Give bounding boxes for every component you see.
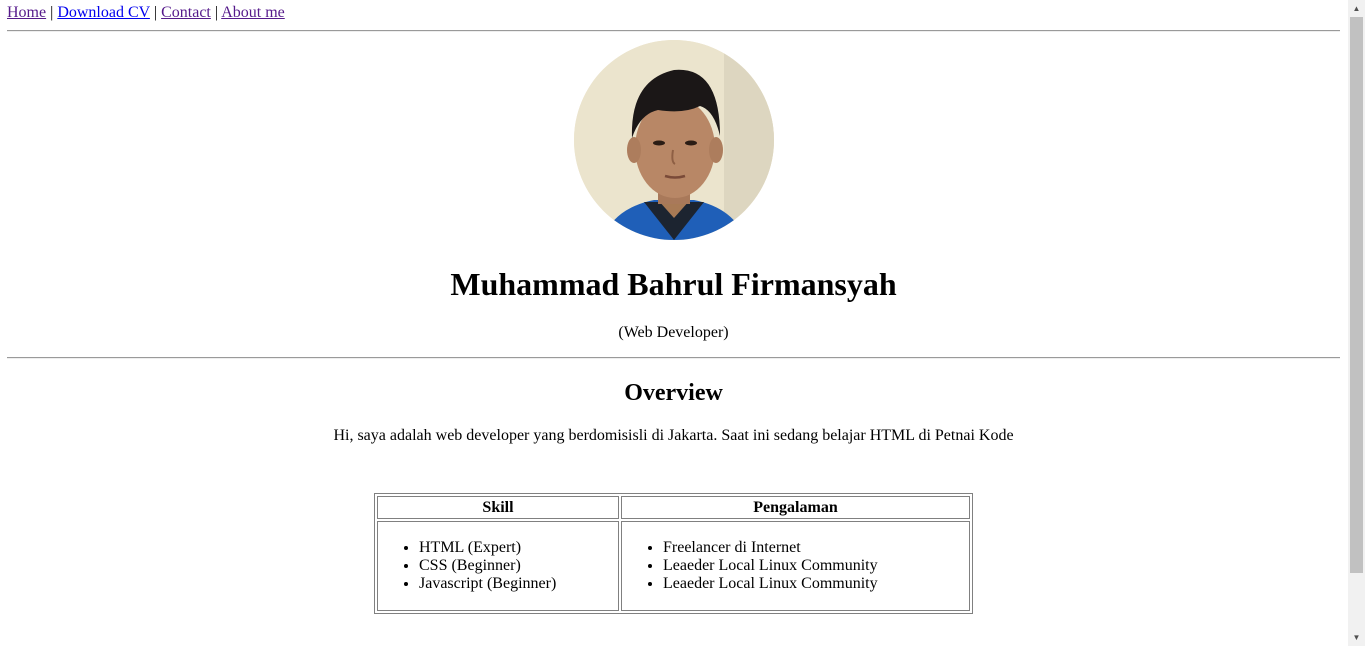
- nav-link-home[interactable]: Home: [7, 4, 46, 21]
- experience-cell: Freelancer di Internet Leaeder Local Lin…: [621, 521, 970, 611]
- skills-experience-table: Skill Pengalaman HTML (Expert) CSS (Begi…: [374, 493, 973, 614]
- nav-link-about-me[interactable]: About me: [221, 4, 285, 21]
- skills-list: HTML (Expert) CSS (Beginner) Javascript …: [379, 539, 617, 593]
- profile-role: (Web Developer): [618, 324, 729, 341]
- nav-separator: |: [50, 4, 54, 21]
- table-header-skill: Skill: [377, 496, 619, 519]
- skills-cell: HTML (Expert) CSS (Beginner) Javascript …: [377, 521, 619, 611]
- profile-name: Muhammad Bahrul Firmansyah: [450, 266, 897, 302]
- scroll-up-arrow-icon[interactable]: ▲: [1348, 0, 1365, 17]
- divider-top: [7, 30, 1340, 32]
- nav-separator: |: [153, 4, 158, 21]
- scrollbar-thumb[interactable]: [1350, 17, 1363, 573]
- table-header-experience: Pengalaman: [621, 496, 970, 519]
- scroll-down-arrow-icon[interactable]: ▼: [1348, 629, 1365, 646]
- overview-heading: Overview: [624, 380, 723, 406]
- nav-link-download-cv[interactable]: Download CV: [57, 4, 150, 21]
- nav-separator: |: [214, 4, 219, 21]
- list-item: Freelancer di Internet: [663, 539, 968, 557]
- list-item: Leaeder Local Linux Community: [663, 557, 968, 575]
- table-header-row: Skill Pengalaman: [377, 496, 970, 519]
- top-nav: Home | Download CV | Contact | About me: [7, 4, 285, 22]
- list-item: Javascript (Beginner): [419, 575, 617, 593]
- vertical-scrollbar[interactable]: ▲ ▼: [1348, 0, 1365, 646]
- list-item: HTML (Expert): [419, 539, 617, 557]
- nav-link-contact[interactable]: Contact: [161, 4, 211, 21]
- table-row: HTML (Expert) CSS (Beginner) Javascript …: [377, 521, 970, 611]
- overview-text: Hi, saya adalah web developer yang berdo…: [333, 427, 1014, 444]
- list-item: CSS (Beginner): [419, 557, 617, 575]
- profile-photo: [574, 40, 774, 240]
- experience-list: Freelancer di Internet Leaeder Local Lin…: [623, 539, 968, 593]
- divider-middle: [7, 357, 1340, 359]
- list-item: Leaeder Local Linux Community: [663, 575, 968, 593]
